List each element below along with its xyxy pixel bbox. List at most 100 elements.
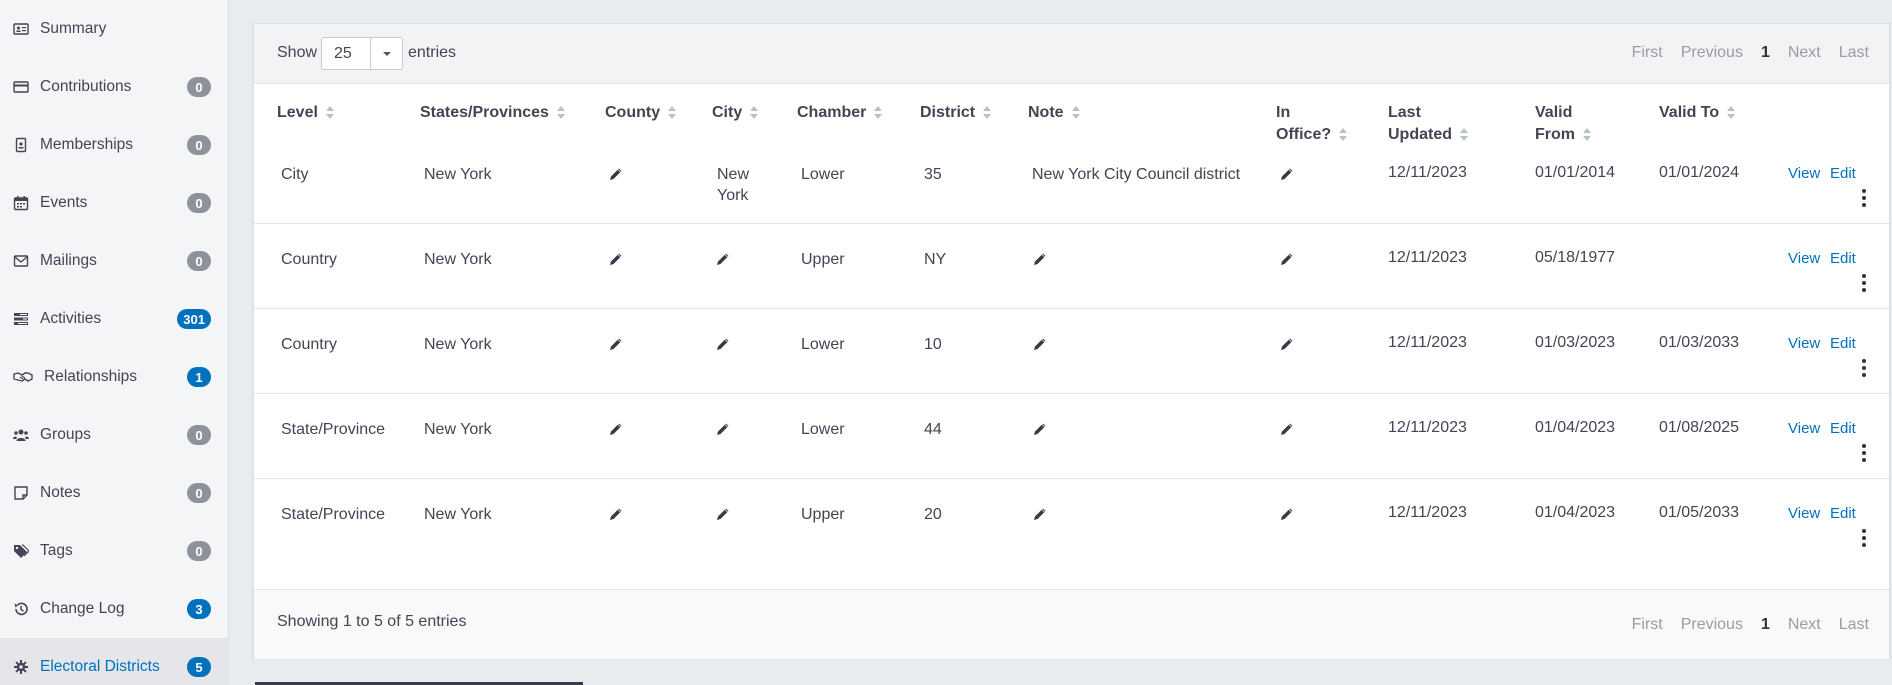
column-header-valid-to[interactable]: Valid To xyxy=(1659,102,1736,124)
edit-county-button[interactable] xyxy=(608,166,624,182)
cell-valid-to: 01/05/2033 xyxy=(1659,504,1740,521)
view-link[interactable]: View xyxy=(1788,165,1820,182)
sidebar-item-electoral-districts[interactable]: Electoral Districts 5 xyxy=(0,638,229,685)
cell-state: New York xyxy=(424,166,492,183)
cell-level: State/Province xyxy=(281,506,386,523)
sidebar-item-activities[interactable]: Activities 301 xyxy=(0,290,229,348)
edit-county-button[interactable] xyxy=(608,506,624,522)
cell-district: 44 xyxy=(924,421,942,438)
current-page-button[interactable]: 1 xyxy=(1761,44,1770,62)
sidebar-item-label: Memberships xyxy=(40,136,134,153)
edit-county-button[interactable] xyxy=(608,421,624,437)
sidebar-item-memberships[interactable]: Memberships 0 xyxy=(0,116,229,174)
column-header-states[interactable]: States/Provinces xyxy=(420,102,566,124)
edit-note-button[interactable] xyxy=(1032,506,1048,522)
count-badge: 3 xyxy=(187,599,211,619)
pencil-icon xyxy=(610,508,622,520)
view-link[interactable]: View xyxy=(1788,250,1820,267)
page-length-select[interactable]: 25 xyxy=(321,37,403,70)
edit-city-button[interactable] xyxy=(715,506,731,522)
first-page-button[interactable]: First xyxy=(1632,616,1663,634)
sidebar-item-events[interactable]: Events 0 xyxy=(0,174,229,232)
cell-valid-from: 01/04/2023 xyxy=(1535,419,1616,436)
cell-chamber: Lower xyxy=(801,336,845,353)
sort-icon xyxy=(668,105,677,120)
last-page-button[interactable]: Last xyxy=(1839,44,1869,62)
edit-in-office-button[interactable] xyxy=(1279,251,1295,267)
edit-city-button[interactable] xyxy=(715,336,731,352)
sidebar-item-label: Contributions xyxy=(40,78,132,95)
last-page-button[interactable]: Last xyxy=(1839,616,1869,634)
previous-page-button[interactable]: Previous xyxy=(1681,44,1743,62)
column-header-county[interactable]: County xyxy=(605,102,677,124)
id-badge-icon xyxy=(12,136,30,154)
view-link[interactable]: View xyxy=(1788,420,1820,437)
cell-valid-from: 01/04/2023 xyxy=(1535,504,1616,521)
column-header-note[interactable]: Note xyxy=(1028,102,1081,124)
header-label: Valid xyxy=(1535,104,1573,121)
electoral-districts-panel: Show 25 entries First Previous 1 Next La… xyxy=(253,23,1890,659)
view-link[interactable]: View xyxy=(1788,505,1820,522)
edit-in-office-button[interactable] xyxy=(1279,166,1295,182)
sidebar-item-label: Tags xyxy=(40,542,73,559)
count-badge: 0 xyxy=(187,77,211,97)
previous-page-button[interactable]: Previous xyxy=(1681,616,1743,634)
column-header-level[interactable]: Level xyxy=(277,102,335,124)
more-actions-icon[interactable] xyxy=(1860,529,1868,547)
edit-in-office-button[interactable] xyxy=(1279,506,1295,522)
edit-city-button[interactable] xyxy=(715,421,731,437)
edit-link[interactable]: Edit xyxy=(1830,165,1856,182)
pencil-icon xyxy=(1281,423,1293,435)
envelope-icon xyxy=(12,252,30,270)
cell-chamber: Upper xyxy=(801,251,845,268)
pencil-icon xyxy=(717,423,729,435)
sidebar-item-label: Mailings xyxy=(40,252,97,269)
pencil-icon xyxy=(610,338,622,350)
more-actions-icon[interactable] xyxy=(1860,359,1868,377)
column-header-city[interactable]: City xyxy=(712,102,759,124)
edit-note-button[interactable] xyxy=(1032,251,1048,267)
pencil-icon xyxy=(610,253,622,265)
current-page-button[interactable]: 1 xyxy=(1761,616,1770,634)
header-label: District xyxy=(920,104,976,121)
sidebar-item-label: Notes xyxy=(40,484,81,501)
sidebar-item-notes[interactable]: Notes 0 xyxy=(0,464,229,522)
sidebar-item-relationships[interactable]: Relationships 1 xyxy=(0,348,229,406)
sidebar-item-mailings[interactable]: Mailings 0 xyxy=(0,232,229,290)
id-card-icon xyxy=(12,20,30,38)
more-actions-icon[interactable] xyxy=(1860,274,1868,292)
column-header-district[interactable]: District xyxy=(920,102,992,124)
column-header-chamber[interactable]: Chamber xyxy=(797,102,883,124)
more-actions-icon[interactable] xyxy=(1860,444,1868,462)
sidebar-item-summary[interactable]: Summary xyxy=(0,0,229,58)
edit-in-office-button[interactable] xyxy=(1279,336,1295,352)
sidebar-item-change-log[interactable]: Change Log 3 xyxy=(0,580,229,638)
edit-in-office-button[interactable] xyxy=(1279,421,1295,437)
sidebar-item-tags[interactable]: Tags 0 xyxy=(0,522,229,580)
edit-link[interactable]: Edit xyxy=(1830,250,1856,267)
header-label: Level xyxy=(277,104,318,121)
view-link[interactable]: View xyxy=(1788,335,1820,352)
count-badge: 0 xyxy=(187,251,211,271)
first-page-button[interactable]: First xyxy=(1632,44,1663,62)
count-badge: 0 xyxy=(187,541,211,561)
next-page-button[interactable]: Next xyxy=(1788,44,1821,62)
chevron-down-icon[interactable] xyxy=(370,38,402,69)
edit-link[interactable]: Edit xyxy=(1830,420,1856,437)
sidebar-item-contributions[interactable]: Contributions 0 xyxy=(0,58,229,116)
pencil-icon xyxy=(1281,253,1293,265)
edit-link[interactable]: Edit xyxy=(1830,505,1856,522)
edit-link[interactable]: Edit xyxy=(1830,335,1856,352)
edit-note-button[interactable] xyxy=(1032,421,1048,437)
sidebar-item-groups[interactable]: Groups 0 xyxy=(0,406,229,464)
pencil-icon xyxy=(1281,168,1293,180)
next-page-button[interactable]: Next xyxy=(1788,616,1821,634)
more-actions-icon[interactable] xyxy=(1860,189,1868,207)
table-row: Country New York Upper NY 12/11/2023 05/18/19… xyxy=(254,224,1889,309)
cell-state: New York xyxy=(424,336,492,353)
edit-note-button[interactable] xyxy=(1032,336,1048,352)
edit-county-button[interactable] xyxy=(608,251,624,267)
sidebar-item-label: Activities xyxy=(40,310,102,327)
edit-county-button[interactable] xyxy=(608,336,624,352)
edit-city-button[interactable] xyxy=(715,251,731,267)
